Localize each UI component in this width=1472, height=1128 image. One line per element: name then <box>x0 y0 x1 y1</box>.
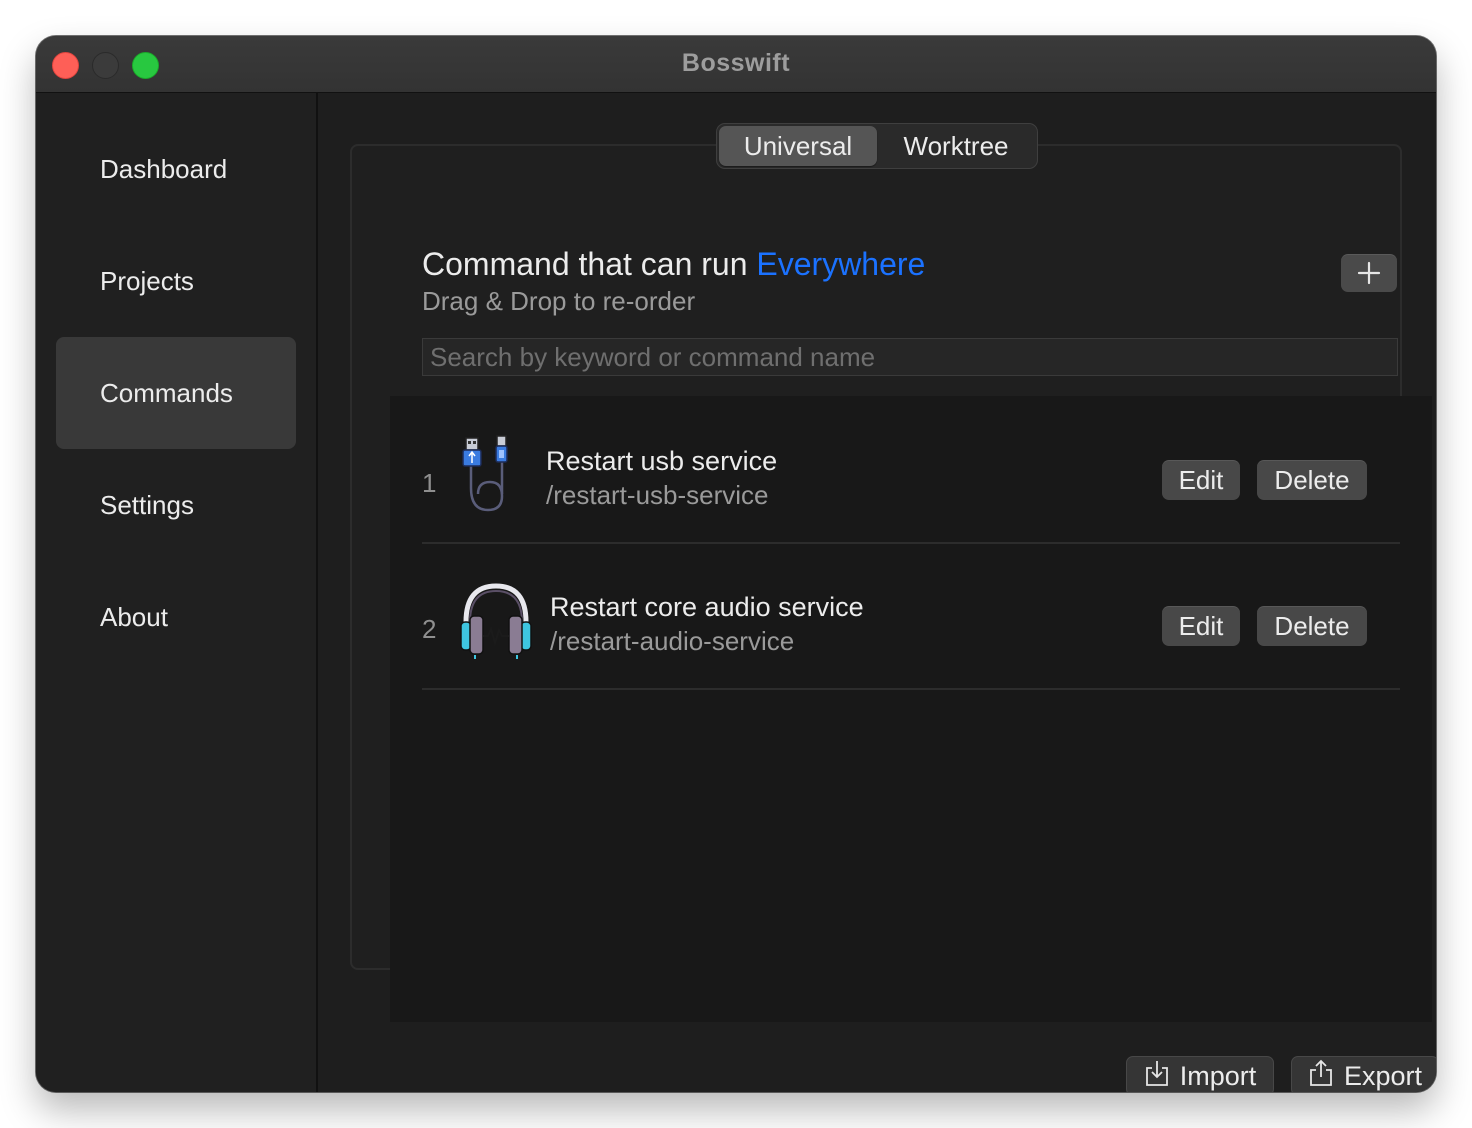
main-content: Command that can run Everywhere Drag & D… <box>318 93 1436 1092</box>
sidebar-item-label: Dashboard <box>100 153 228 184</box>
list-item[interactable]: 2 Restart core audio service /restart-au… <box>422 542 1400 690</box>
page-title-prefix: Command that can run <box>422 246 748 282</box>
app-window: Bosswift Dashboard Projects Commands Set… <box>36 36 1436 1092</box>
import-icon <box>1144 1059 1170 1093</box>
import-button[interactable]: Import <box>1126 1056 1274 1092</box>
export-label: Export <box>1343 1060 1423 1091</box>
tab-worktree[interactable]: Worktree <box>877 126 1035 166</box>
sidebar-item-label: Projects <box>100 265 194 296</box>
headphones-icon <box>458 580 534 664</box>
sidebar-item-settings[interactable]: Settings <box>56 449 296 561</box>
window-title: Bosswift <box>681 49 791 77</box>
sidebar: Dashboard Projects Commands Settings Abo… <box>36 93 318 1092</box>
usb-cable-icon <box>460 432 540 522</box>
tab-universal[interactable]: Universal <box>719 126 877 166</box>
page-title-accent: Everywhere <box>756 246 926 282</box>
row-index: 2 <box>422 614 437 644</box>
plus-icon <box>1357 257 1381 291</box>
row-index: 1 <box>422 468 437 498</box>
edit-button[interactable]: Edit <box>1162 606 1240 646</box>
add-command-button[interactable] <box>1341 254 1397 292</box>
command-name: Restart core audio service <box>550 592 864 622</box>
export-icon <box>1308 1059 1334 1093</box>
command-list: 1 Restart usb service /restart-usb-servi… <box>390 396 1432 1022</box>
sidebar-item-label: Settings <box>100 489 194 520</box>
list-item[interactable]: 1 Restart usb service /restart-usb-servi… <box>422 396 1400 544</box>
sidebar-item-label: Commands <box>100 377 233 408</box>
delete-button[interactable]: Delete <box>1257 606 1367 646</box>
commands-panel: Command that can run Everywhere Drag & D… <box>350 144 1432 1022</box>
command-name: Restart usb service <box>546 446 778 476</box>
export-button[interactable]: Export <box>1291 1056 1436 1092</box>
sidebar-item-dashboard[interactable]: Dashboard <box>56 113 296 225</box>
title-bar[interactable]: Bosswift <box>36 36 1436 93</box>
sidebar-item-commands[interactable]: Commands <box>56 337 296 449</box>
command-slug: /restart-usb-service <box>546 480 769 510</box>
command-slug: /restart-audio-service <box>550 626 795 656</box>
edit-button[interactable]: Edit <box>1162 460 1240 500</box>
sidebar-item-label: About <box>100 601 168 632</box>
import-label: Import <box>1179 1060 1257 1091</box>
delete-button[interactable]: Delete <box>1257 460 1367 500</box>
page-title: Command that can run Everywhere <box>422 246 925 283</box>
search-input[interactable] <box>422 338 1398 376</box>
sidebar-item-projects[interactable]: Projects <box>56 225 296 337</box>
page-subtitle: Drag & Drop to re-order <box>422 286 696 316</box>
scope-segmented-control: Universal Worktree <box>716 123 1038 169</box>
sidebar-item-about[interactable]: About <box>56 561 296 673</box>
